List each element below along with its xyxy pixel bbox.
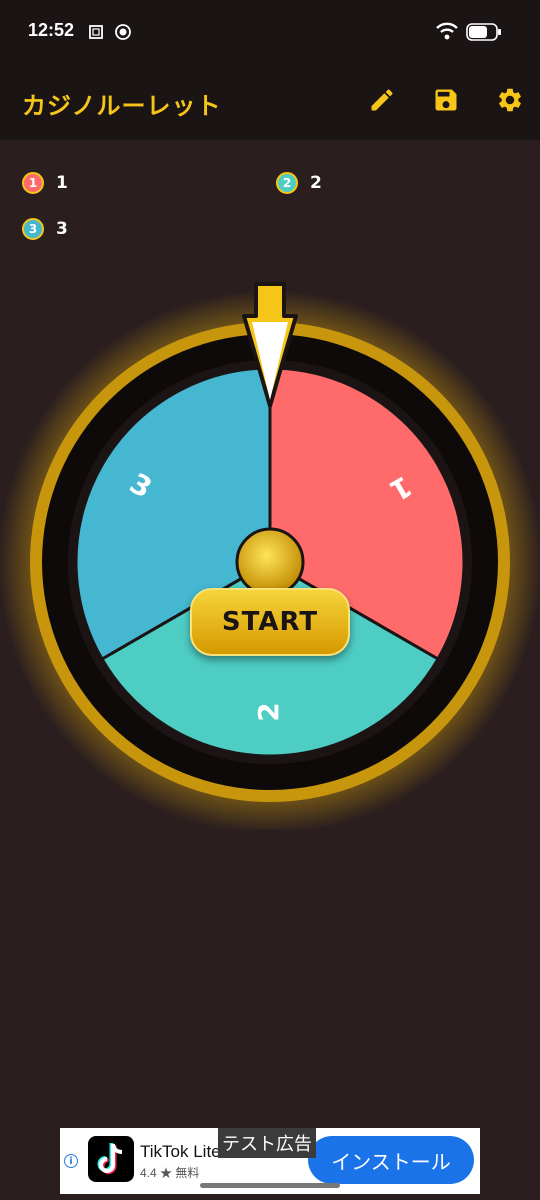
save-button[interactable] xyxy=(430,86,462,118)
start-button[interactable]: START xyxy=(190,588,350,656)
info-icon[interactable]: i xyxy=(64,1154,78,1168)
app-bar: カジノルーレット xyxy=(0,64,540,140)
legend-label: 3 xyxy=(56,219,68,239)
wheel-hub xyxy=(235,527,305,597)
ad-test-label: テスト広告 xyxy=(218,1128,316,1158)
edit-button[interactable] xyxy=(366,86,398,118)
screenshot-icon xyxy=(88,24,104,44)
legend-label: 1 xyxy=(56,173,68,193)
app-title: カジノルーレット xyxy=(22,92,222,120)
legend-badge: 1 xyxy=(22,172,44,194)
legend-label: 2 xyxy=(310,173,322,193)
pencil-icon xyxy=(368,86,396,118)
roulette-wheel[interactable]: 123 xyxy=(0,270,540,834)
status-time: 12:52 xyxy=(28,20,75,40)
legend-badge: 3 xyxy=(22,218,44,240)
ad-rating: 4.4 ★ 無料 xyxy=(140,1166,200,1180)
settings-button[interactable] xyxy=(494,86,526,118)
install-button[interactable]: インストール xyxy=(308,1136,474,1184)
home-indicator[interactable] xyxy=(200,1183,340,1188)
wheel-segment-label: 2 xyxy=(252,702,285,721)
wifi-icon xyxy=(436,22,458,44)
save-icon xyxy=(432,86,460,118)
tiktok-logo-icon xyxy=(88,1136,134,1182)
legend-badge: 2 xyxy=(276,172,298,194)
settings-gear-icon xyxy=(496,86,524,118)
legend-item-2: 2 2 xyxy=(276,172,322,194)
ad-app-name: TikTok Lite xyxy=(140,1142,221,1161)
legend-item-3: 3 3 xyxy=(22,218,68,240)
status-bar: 12:52 xyxy=(0,0,540,64)
legend-item-1: 1 1 xyxy=(22,172,68,194)
record-icon xyxy=(114,23,132,45)
battery-icon xyxy=(466,22,502,46)
